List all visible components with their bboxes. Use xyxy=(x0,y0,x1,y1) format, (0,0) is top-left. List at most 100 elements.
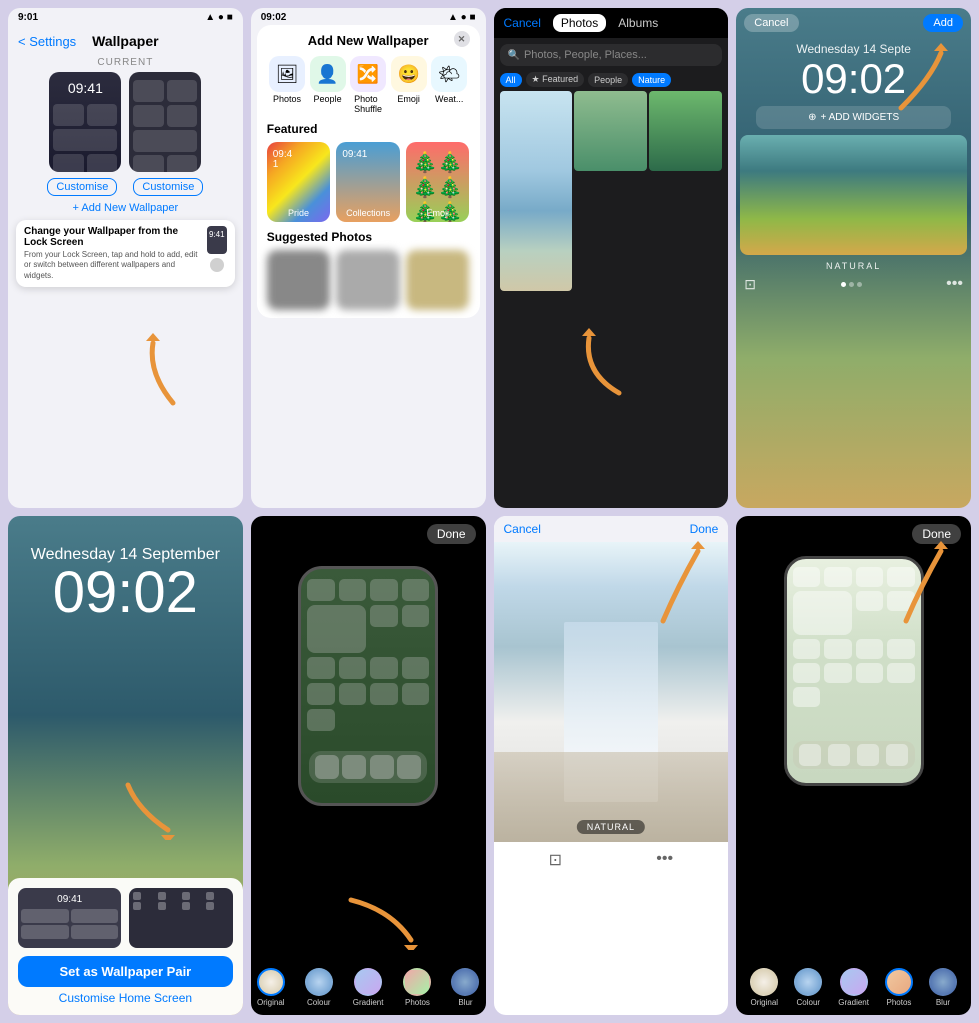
tooltip-text: Change your Wallpaper from the Lock Scre… xyxy=(24,226,201,281)
style-bar-8: Original Colour Gradient Photos Blur xyxy=(736,968,971,1007)
pw-4 xyxy=(71,925,119,939)
landscape-preview xyxy=(740,135,967,255)
pair-lock-thumb: 09:41 xyxy=(18,888,121,948)
natural-badge-7: NATURAL xyxy=(577,820,645,834)
add-wallpaper-sheet: Add New Wallpaper ✕ 🖼 Photos 👤 People 🔀 … xyxy=(257,25,480,318)
suggested-3[interactable] xyxy=(406,250,470,310)
featured-collections[interactable]: 09:41 Collections xyxy=(336,142,400,222)
style-gradient[interactable]: Gradient xyxy=(353,968,384,1007)
done-btn-7[interactable]: Done xyxy=(690,522,719,536)
tooltip-icon xyxy=(210,258,224,272)
dot-2 xyxy=(849,282,854,287)
back-button-1[interactable]: < Settings xyxy=(18,34,76,49)
dock-icon-3 xyxy=(370,755,394,779)
style2-gradient[interactable]: Gradient xyxy=(838,968,869,1007)
home-screen-thumb[interactable] xyxy=(129,72,201,172)
customise-lock-btn[interactable]: Customise xyxy=(47,178,117,196)
tooltip-card: Change your Wallpaper from the Lock Scre… xyxy=(16,220,235,287)
customise-home-link[interactable]: Customise Home Screen xyxy=(18,991,233,1005)
tooltip-mini-thumb: 9:41 xyxy=(207,226,227,254)
style2-original[interactable]: Original xyxy=(750,968,778,1007)
photos-tab[interactable]: Photos xyxy=(553,14,606,32)
home-widget-6 xyxy=(133,155,164,172)
style2-blur-label: Blur xyxy=(936,998,950,1007)
cancel-btn-4[interactable]: Cancel xyxy=(744,14,798,32)
people-icon-label: People xyxy=(314,94,342,104)
albums-tab[interactable]: Albums xyxy=(610,14,666,32)
dock-icon-1 xyxy=(315,755,339,779)
weather-icon-label: Weat... xyxy=(435,94,463,104)
icon-emoji[interactable]: 😀 Emoji xyxy=(391,56,427,114)
dock2-icon-1 xyxy=(799,744,821,766)
style-gradient-circle xyxy=(354,968,382,996)
style-original-circle xyxy=(257,968,285,996)
style-colour[interactable]: Colour xyxy=(305,968,333,1007)
emoji-icon-label: Emoji xyxy=(397,94,420,104)
lock-screen-thumb[interactable]: 09:41 xyxy=(49,72,121,172)
style-original[interactable]: Original xyxy=(257,968,285,1007)
done-btn-6[interactable]: Done xyxy=(427,524,476,544)
widget-3 xyxy=(53,129,117,151)
collections-time: 09:41 xyxy=(342,150,367,160)
photos-header: Cancel Photos Albums xyxy=(494,8,729,38)
icon-shuffle[interactable]: 🔀 PhotoShuffle xyxy=(350,56,386,114)
photo-overlay-icon[interactable]: ⊡ xyxy=(549,850,562,870)
style-photos[interactable]: Photos xyxy=(403,968,431,1007)
filter-people[interactable]: People xyxy=(588,73,628,87)
done-btn-8[interactable]: Done xyxy=(912,524,961,544)
featured-pride[interactable]: 09:41 Pride xyxy=(267,142,331,222)
home-widget-7 xyxy=(167,155,198,172)
style2-blur[interactable]: Blur xyxy=(929,968,957,1007)
style-original-label: Original xyxy=(257,998,285,1007)
style2-photos[interactable]: Photos xyxy=(885,968,913,1007)
icon-people[interactable]: 👤 People xyxy=(310,56,346,114)
filter-featured[interactable]: ★ Featured xyxy=(526,72,585,87)
cancel-btn-7[interactable]: Cancel xyxy=(504,522,541,536)
home-phone-frame xyxy=(298,566,438,806)
style2-gradient-label: Gradient xyxy=(838,998,869,1007)
filter-all[interactable]: All xyxy=(500,73,522,87)
style2-photos-label: Photos xyxy=(887,998,912,1007)
photo-waterfall[interactable] xyxy=(500,91,573,291)
add-widgets-btn[interactable]: ⊕ + ADD WIDGETS xyxy=(756,106,951,129)
home-widget-2 xyxy=(167,80,198,102)
more-icon[interactable]: ••• xyxy=(946,275,963,293)
photo-more-icon[interactable]: ••• xyxy=(656,850,673,870)
filter-nature[interactable]: Nature xyxy=(632,73,671,87)
search-bar[interactable]: 🔍 Photos, People, Places... xyxy=(500,44,723,66)
home-phone-frame-8 xyxy=(784,556,924,786)
icon-photos[interactable]: 🖼 Photos xyxy=(269,56,305,114)
camera-icon: ⊡ xyxy=(744,276,756,293)
style-bar-6: Original Colour Gradient Photos Blur xyxy=(251,968,486,1007)
photo-aerial2[interactable] xyxy=(649,91,722,171)
pair-time: 09:02 xyxy=(8,564,243,622)
cancel-btn-3[interactable]: Cancel xyxy=(504,16,541,30)
style-photos-label: Photos xyxy=(405,998,430,1007)
style-blur[interactable]: Blur xyxy=(451,968,479,1007)
customise-home-btn[interactable]: Customise xyxy=(133,178,203,196)
suggested-1[interactable] xyxy=(267,250,331,310)
status-icons-1: ▲ ● ■ xyxy=(205,12,233,23)
weather-icon-circle: 🌤 xyxy=(431,56,467,92)
status-time-2: 09:02 xyxy=(261,12,287,23)
pw-3 xyxy=(21,925,69,939)
icon-weather[interactable]: 🌤 Weat... xyxy=(431,56,467,114)
featured-emoji[interactable]: 🎄🎄🎄🎄🎄🎄 Emoji xyxy=(406,142,470,222)
style2-colour-circle xyxy=(794,968,822,996)
natural-badge: NATURAL xyxy=(736,261,971,271)
photos-albums-tabs: Photos Albums xyxy=(553,14,666,32)
set-wallpaper-pair-btn[interactable]: Set as Wallpaper Pair xyxy=(18,956,233,987)
people-icon-circle: 👤 xyxy=(310,56,346,92)
home-dock-8 xyxy=(793,741,915,769)
add-btn-4[interactable]: Add xyxy=(923,14,963,32)
close-button[interactable]: ✕ xyxy=(454,31,470,47)
wallpaper-thumbs-row: 09:41 xyxy=(8,72,243,172)
photo-view-bottom: ⊡ ••• xyxy=(494,842,729,878)
suggested-2[interactable] xyxy=(336,250,400,310)
style-blur-circle xyxy=(451,968,479,996)
add-new-wallpaper-btn[interactable]: + Add New Wallpaper xyxy=(8,202,243,214)
style2-colour[interactable]: Colour xyxy=(794,968,822,1007)
photo-aerial1[interactable] xyxy=(574,91,647,171)
style-colour-label: Colour xyxy=(307,998,331,1007)
lock-widgets xyxy=(49,100,121,172)
